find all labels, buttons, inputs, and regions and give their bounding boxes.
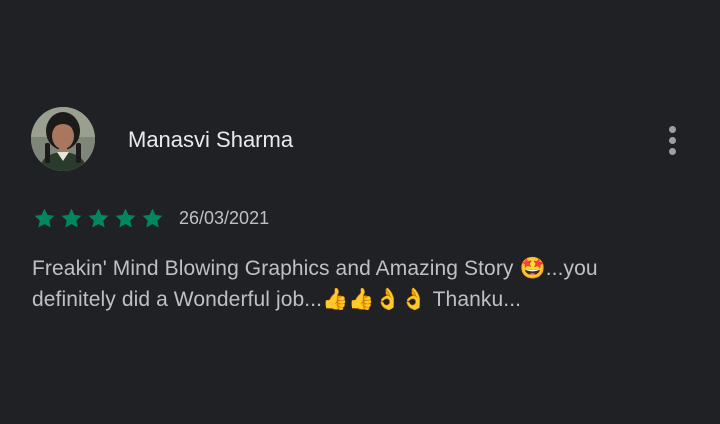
star-rating	[32, 206, 165, 231]
more-vert-icon-dot	[668, 147, 676, 155]
more-vert-icon-dot	[668, 136, 676, 144]
star-icon	[59, 206, 84, 231]
rating-row: 26/03/2021	[32, 204, 269, 232]
star-icon	[32, 206, 57, 231]
reviewer-avatar	[31, 107, 95, 171]
star-icon	[113, 206, 138, 231]
more-options-button[interactable]	[656, 118, 688, 162]
review-text: Freakin' Mind Blowing Graphics and Amazi…	[32, 257, 598, 311]
star-icon	[86, 206, 111, 231]
star-icon	[140, 206, 165, 231]
reviewer-name: Manasvi Sharma	[128, 127, 294, 152]
more-vert-icon	[668, 125, 676, 133]
review-date: 26/03/2021	[179, 208, 270, 228]
